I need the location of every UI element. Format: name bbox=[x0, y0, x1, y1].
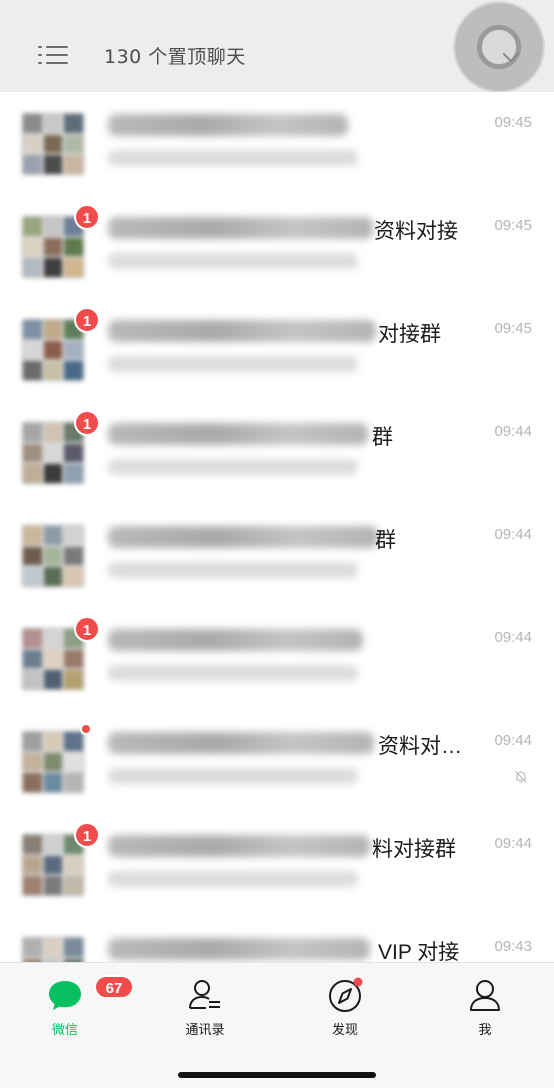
tab-label: 我 bbox=[478, 1023, 492, 1038]
unread-count-badge: 67 bbox=[94, 975, 134, 999]
message-preview-redacted bbox=[108, 253, 358, 269]
group-avatar bbox=[21, 936, 85, 962]
chat-name: 对接群 bbox=[378, 323, 441, 346]
chat-name-redacted bbox=[108, 629, 363, 651]
chat-row[interactable]: 1 资料对接 09:45 bbox=[0, 195, 554, 298]
contacts-icon bbox=[189, 980, 220, 1009]
tab-chats[interactable]: 67 微信 bbox=[25, 975, 134, 1039]
chat-name: 群 bbox=[372, 426, 393, 449]
chat-row[interactable]: 资料对… 09:44 bbox=[0, 710, 554, 813]
chat-name-redacted bbox=[108, 423, 368, 445]
chat-name: 资料对接 bbox=[374, 220, 458, 243]
message-preview-redacted bbox=[108, 356, 358, 372]
tab-label: 微信 bbox=[51, 1023, 78, 1038]
unread-badge: 1 bbox=[74, 204, 100, 230]
compass-icon bbox=[329, 977, 363, 1012]
chat-name-redacted bbox=[108, 835, 370, 857]
tab-me[interactable]: 我 bbox=[445, 975, 525, 1039]
chat-time: 09:44 bbox=[494, 629, 532, 646]
chat-time: 09:44 bbox=[494, 835, 532, 852]
group-avatar bbox=[21, 627, 85, 691]
message-preview-redacted bbox=[108, 150, 358, 166]
group-avatar bbox=[21, 833, 85, 897]
unread-badge: 1 bbox=[74, 822, 100, 848]
floating-window-button[interactable] bbox=[455, 3, 543, 91]
chat-row[interactable]: VIP 对接 09:43 bbox=[0, 916, 554, 962]
chat-name: 料对接群 bbox=[372, 838, 456, 861]
chat-time: 09:45 bbox=[494, 114, 532, 131]
chat-time: 09:45 bbox=[494, 320, 532, 337]
chat-name-redacted bbox=[108, 320, 376, 342]
chat-time: 09:43 bbox=[494, 938, 532, 955]
group-avatar bbox=[21, 318, 85, 382]
person-icon bbox=[470, 980, 500, 1011]
chat-row[interactable]: 1 09:44 bbox=[0, 607, 554, 710]
group-avatar bbox=[21, 215, 85, 279]
message-preview-redacted bbox=[108, 871, 358, 887]
chat-row[interactable]: 群 09:44 bbox=[0, 504, 554, 607]
chat-name-redacted bbox=[108, 114, 348, 136]
group-avatar bbox=[21, 730, 85, 794]
chevron-down-icon bbox=[502, 45, 520, 63]
home-indicator bbox=[178, 1072, 376, 1078]
chat-row[interactable]: 09:45 bbox=[0, 92, 554, 195]
chat-time: 09:44 bbox=[494, 732, 532, 749]
tab-label: 通讯录 bbox=[185, 1023, 225, 1038]
chat-name: 群 bbox=[375, 529, 396, 552]
chat-list[interactable]: 09:45 1 资料对接 09:45 1 对接群 09:45 1 群 09:44 群 09:44 1 09… bbox=[0, 92, 554, 962]
chat-bubble-icon bbox=[49, 981, 81, 1010]
chat-row[interactable]: 1 料对接群 09:44 bbox=[0, 813, 554, 916]
pinned-chats-title: 130 个置顶聊天 bbox=[104, 46, 246, 68]
message-preview-redacted bbox=[108, 665, 358, 681]
unread-dot bbox=[80, 723, 92, 735]
chat-name-redacted bbox=[108, 217, 373, 239]
tab-label: 发现 bbox=[331, 1023, 358, 1038]
unread-badge: 1 bbox=[74, 307, 100, 333]
notification-dot bbox=[353, 977, 363, 987]
chat-name: VIP 对接 bbox=[378, 941, 460, 962]
group-avatar bbox=[21, 524, 85, 588]
bottom-tab-bar: 67 微信 通讯录 发现 我 bbox=[0, 962, 554, 1088]
message-preview-redacted bbox=[108, 562, 358, 578]
chat-name-redacted bbox=[108, 526, 378, 548]
mute-bell-icon bbox=[515, 771, 527, 783]
unread-badge: 1 bbox=[74, 410, 100, 436]
chat-name-redacted bbox=[108, 938, 370, 960]
group-avatar bbox=[21, 112, 85, 176]
message-preview-redacted bbox=[108, 768, 358, 784]
chat-time: 09:44 bbox=[494, 423, 532, 440]
tab-contacts[interactable]: 通讯录 bbox=[165, 975, 245, 1039]
chat-row[interactable]: 1 群 09:44 bbox=[0, 401, 554, 504]
chat-time: 09:45 bbox=[494, 217, 532, 234]
chat-name-redacted bbox=[108, 732, 374, 754]
unread-badge: 1 bbox=[74, 616, 100, 642]
list-menu-icon[interactable] bbox=[38, 44, 70, 66]
message-preview-redacted bbox=[108, 459, 358, 475]
chat-name: 资料对… bbox=[378, 735, 462, 758]
chat-time: 09:44 bbox=[494, 526, 532, 543]
group-avatar bbox=[21, 421, 85, 485]
tab-discover[interactable]: 发现 bbox=[305, 975, 385, 1039]
chat-row[interactable]: 1 对接群 09:45 bbox=[0, 298, 554, 401]
